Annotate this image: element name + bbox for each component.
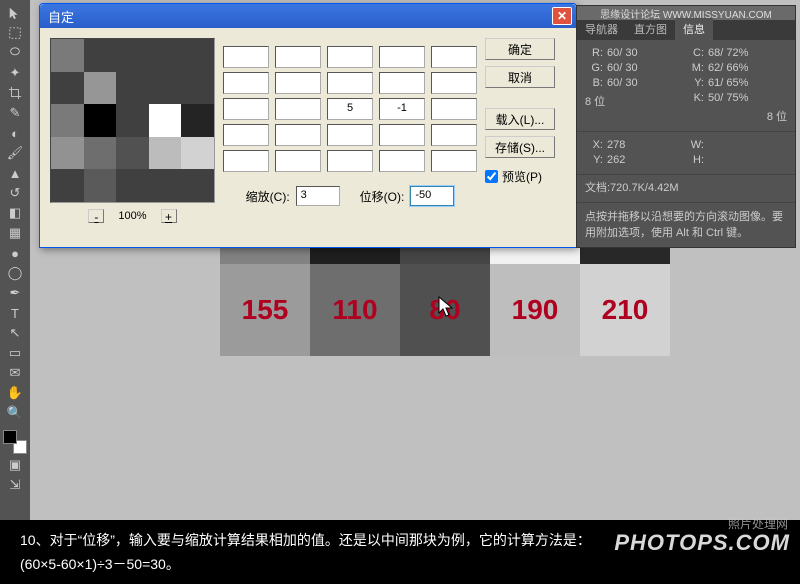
eyedropper-tool[interactable]: ✎ [4, 104, 26, 122]
info-y2: 262 [607, 153, 686, 168]
info-g: 60/ 30 [607, 61, 686, 76]
zoom-level: 100% [118, 210, 146, 222]
info-bit2: 8 位 [767, 110, 787, 125]
info-w [708, 138, 787, 153]
info-x: 278 [607, 138, 686, 153]
lasso-tool[interactable] [4, 44, 26, 62]
wand-tool[interactable]: ✦ [4, 64, 26, 82]
matrix-cell-12[interactable]: 5 [327, 98, 373, 120]
ok-button[interactable]: 确定 [485, 38, 555, 60]
info-y: 61/ 65% [708, 76, 787, 91]
matrix-cell-0[interactable] [223, 46, 269, 68]
eraser-tool[interactable]: ◧ [4, 204, 26, 222]
matrix-cell-2[interactable] [327, 46, 373, 68]
info-doc: 文档:720.7K/4.42M [577, 175, 795, 203]
matrix-cell-3[interactable] [379, 46, 425, 68]
dialog-titlebar[interactable]: 自定 ✕ [40, 4, 576, 28]
quickmask-toggle[interactable]: ▣ [4, 456, 26, 474]
gradient-tool[interactable]: ▦ [4, 224, 26, 242]
scale-input[interactable]: 3 [296, 186, 340, 206]
offset-label: 位移(O): [360, 188, 405, 205]
matrix-cell-22[interactable] [327, 150, 373, 172]
zoom-tool[interactable]: 🔍 [4, 404, 26, 422]
marquee-tool[interactable] [4, 24, 26, 42]
custom-filter-dialog: 自定 ✕ - 100% + 5 -1 缩放(C): 3 位移(O): -50 确定… [39, 3, 577, 248]
matrix-cell-23[interactable] [379, 150, 425, 172]
stamp-tool[interactable]: ▲ [4, 164, 26, 182]
matrix-cell-4[interactable] [431, 46, 477, 68]
matrix-cell-5[interactable] [223, 72, 269, 94]
convolution-matrix: 5 -1 [223, 46, 477, 172]
info-b: 60/ 30 [607, 76, 686, 91]
info-k: 50/ 75% [708, 91, 787, 106]
move-tool[interactable] [4, 4, 26, 22]
close-icon[interactable]: ✕ [552, 7, 572, 25]
tab-info[interactable]: 信息 [675, 18, 713, 40]
blur-tool[interactable]: ● [4, 244, 26, 262]
load-button[interactable]: 载入(L)... [485, 108, 555, 130]
info-panel: 思缘设计论坛 WWW.MISSYUAN.COM 导航器 直方图 信息 R:60/… [576, 5, 796, 248]
preview-checkbox[interactable]: 预览(P) [485, 168, 555, 185]
dialog-title: 自定 [44, 7, 552, 26]
history-brush-tool[interactable]: ↺ [4, 184, 26, 202]
shape-tool[interactable]: ▭ [4, 344, 26, 362]
zoom-in-button[interactable]: + [161, 209, 177, 223]
color-swatches[interactable] [3, 430, 27, 454]
info-h [708, 153, 787, 168]
matrix-cell-18[interactable] [379, 124, 425, 146]
tab-histogram[interactable]: 直方图 [626, 18, 675, 40]
pen-tool[interactable]: ✒ [4, 284, 26, 302]
grid-cell: 80 [400, 264, 490, 356]
matrix-cell-14[interactable] [431, 98, 477, 120]
info-r: 60/ 30 [607, 46, 686, 61]
info-help: 点按并拖移以沿想要的方向滚动图像。要用附加选项，使用 Alt 和 Ctrl 键。 [577, 203, 795, 247]
tab-navigator[interactable]: 导航器 [577, 18, 626, 40]
matrix-cell-19[interactable] [431, 124, 477, 146]
matrix-cell-24[interactable] [431, 150, 477, 172]
matrix-cell-21[interactable] [275, 150, 321, 172]
matrix-cell-7[interactable] [327, 72, 373, 94]
matrix-cell-1[interactable] [275, 46, 321, 68]
scale-label: 缩放(C): [246, 188, 290, 205]
save-button[interactable]: 存储(S)... [485, 136, 555, 158]
info-bit1: 8 位 [585, 95, 605, 110]
matrix-cell-20[interactable] [223, 150, 269, 172]
cancel-button[interactable]: 取消 [485, 66, 555, 88]
brush-tool[interactable]: 🖌 [4, 144, 26, 162]
heal-tool[interactable]: ◐ [4, 124, 26, 142]
grid-cell: 210 [580, 264, 670, 356]
grid-cell: 155 [220, 264, 310, 356]
grid-cell: 110 [310, 264, 400, 356]
matrix-cell-10[interactable] [223, 98, 269, 120]
screenmode-toggle[interactable]: ⇲ [4, 476, 26, 494]
matrix-cell-17[interactable] [327, 124, 373, 146]
type-tool[interactable]: T [4, 304, 26, 322]
path-tool[interactable]: ↖ [4, 324, 26, 342]
zoom-out-button[interactable]: - [88, 209, 104, 223]
info-m: 62/ 66% [708, 61, 787, 76]
tools-toolbar: ✦ ✎ ◐ 🖌 ▲ ↺ ◧ ▦ ● ◯ ✒ T ↖ ▭ ✉ ✋ 🔍 ▣ ⇲ [0, 0, 30, 520]
notes-tool[interactable]: ✉ [4, 364, 26, 382]
crop-tool[interactable] [4, 84, 26, 102]
matrix-cell-9[interactable] [431, 72, 477, 94]
matrix-cell-13[interactable]: -1 [379, 98, 425, 120]
matrix-cell-11[interactable] [275, 98, 321, 120]
info-c: 68/ 72% [708, 46, 787, 61]
grid-cell: 190 [490, 264, 580, 356]
matrix-cell-8[interactable] [379, 72, 425, 94]
watermark: PHOTOPS.COM [614, 530, 790, 556]
filter-preview[interactable] [50, 38, 215, 203]
matrix-cell-6[interactable] [275, 72, 321, 94]
matrix-cell-15[interactable] [223, 124, 269, 146]
offset-input[interactable]: -50 [410, 186, 454, 206]
hand-tool[interactable]: ✋ [4, 384, 26, 402]
dodge-tool[interactable]: ◯ [4, 264, 26, 282]
matrix-cell-16[interactable] [275, 124, 321, 146]
